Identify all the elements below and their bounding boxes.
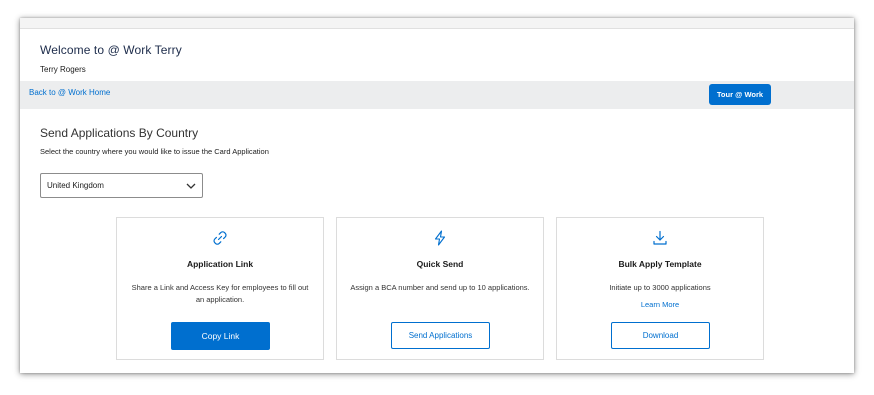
lightning-icon bbox=[434, 230, 446, 246]
chevron-down-icon bbox=[186, 183, 196, 189]
copy-link-button[interactable]: Copy Link bbox=[171, 322, 270, 350]
card-title: Bulk Apply Template bbox=[618, 259, 702, 269]
application-link-card: Application Link Share a Link and Access… bbox=[116, 217, 324, 360]
quick-send-card: Quick Send Assign a BCA number and send … bbox=[336, 217, 544, 360]
send-applications-button[interactable]: Send Applications bbox=[391, 322, 490, 349]
card-title: Quick Send bbox=[416, 259, 464, 269]
card-title: Application Link bbox=[186, 259, 254, 269]
top-strip bbox=[20, 18, 854, 29]
section-title: Send Applications By Country bbox=[40, 126, 199, 140]
card-description: Share a Link and Access Key for employee… bbox=[131, 283, 309, 304]
link-icon bbox=[213, 231, 227, 245]
nav-bar: Back to @ Work Home Tour @ Work bbox=[20, 81, 854, 109]
card-description: Initiate up to 3000 applications bbox=[609, 283, 711, 292]
app-window: Welcome to @ Work Terry Terry Rogers Bac… bbox=[20, 18, 854, 373]
tour-button[interactable]: Tour @ Work bbox=[709, 84, 771, 105]
country-select[interactable]: United Kingdom bbox=[40, 173, 203, 198]
selected-country: United Kingdom bbox=[47, 181, 104, 190]
card-description: Assign a BCA number and send up to 10 ap… bbox=[350, 283, 530, 292]
bulk-apply-card: Bulk Apply Template Initiate up to 3000 … bbox=[556, 217, 764, 360]
download-button[interactable]: Download bbox=[611, 322, 710, 349]
download-icon bbox=[653, 230, 667, 245]
learn-more-link[interactable]: Learn More bbox=[557, 300, 763, 309]
back-to-home-link[interactable]: Back to @ Work Home bbox=[29, 88, 110, 97]
section-subtitle: Select the country where you would like … bbox=[40, 147, 269, 156]
welcome-heading: Welcome to @ Work Terry bbox=[40, 43, 182, 57]
user-name: Terry Rogers bbox=[40, 65, 86, 74]
